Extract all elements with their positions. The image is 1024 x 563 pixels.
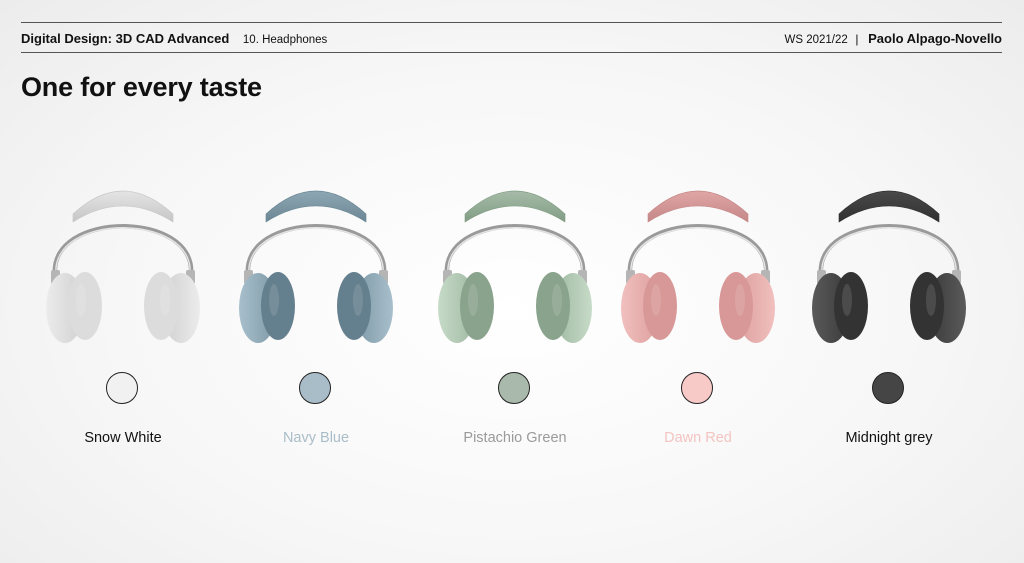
header-left: Digital Design: 3D CAD Advanced 10. Head… xyxy=(21,31,327,46)
color-swatch xyxy=(681,372,713,404)
color-name-label: Midnight grey xyxy=(845,430,933,446)
headphones-icon xyxy=(438,190,592,343)
variant-3: Pistachio Green xyxy=(425,160,605,460)
color-swatch xyxy=(872,372,904,404)
variant-1: Snow White xyxy=(33,160,213,460)
color-name-label: Dawn Red xyxy=(664,430,732,446)
author-name: Paolo Alpago-Novello xyxy=(868,31,1002,46)
color-name-label: Navy Blue xyxy=(282,430,350,446)
header-bar: Digital Design: 3D CAD Advanced 10. Head… xyxy=(21,22,1002,53)
header-right: WS 2021/22 | Paolo Alpago-Novello xyxy=(784,31,1002,46)
topic-label: 10. Headphones xyxy=(242,34,328,46)
color-swatch xyxy=(498,372,530,404)
semester-label: WS 2021/22 xyxy=(784,34,848,46)
color-name-label: Snow White xyxy=(84,430,162,446)
course-title: Digital Design: 3D CAD Advanced xyxy=(21,31,230,46)
page-title: One for every taste xyxy=(21,72,262,102)
headphones-icon xyxy=(621,190,775,343)
color-swatch xyxy=(299,372,331,404)
headphones-icon xyxy=(239,190,393,343)
headphones-icon xyxy=(812,190,966,343)
variant-5: Midnight grey xyxy=(799,160,979,460)
color-swatch xyxy=(106,372,138,404)
variant-2: Navy Blue xyxy=(226,160,406,460)
variant-4: Dawn Red xyxy=(608,160,788,460)
color-name-label: Pistachio Green xyxy=(463,430,567,446)
header-separator: | xyxy=(855,32,859,46)
headphones-icon xyxy=(46,190,200,343)
